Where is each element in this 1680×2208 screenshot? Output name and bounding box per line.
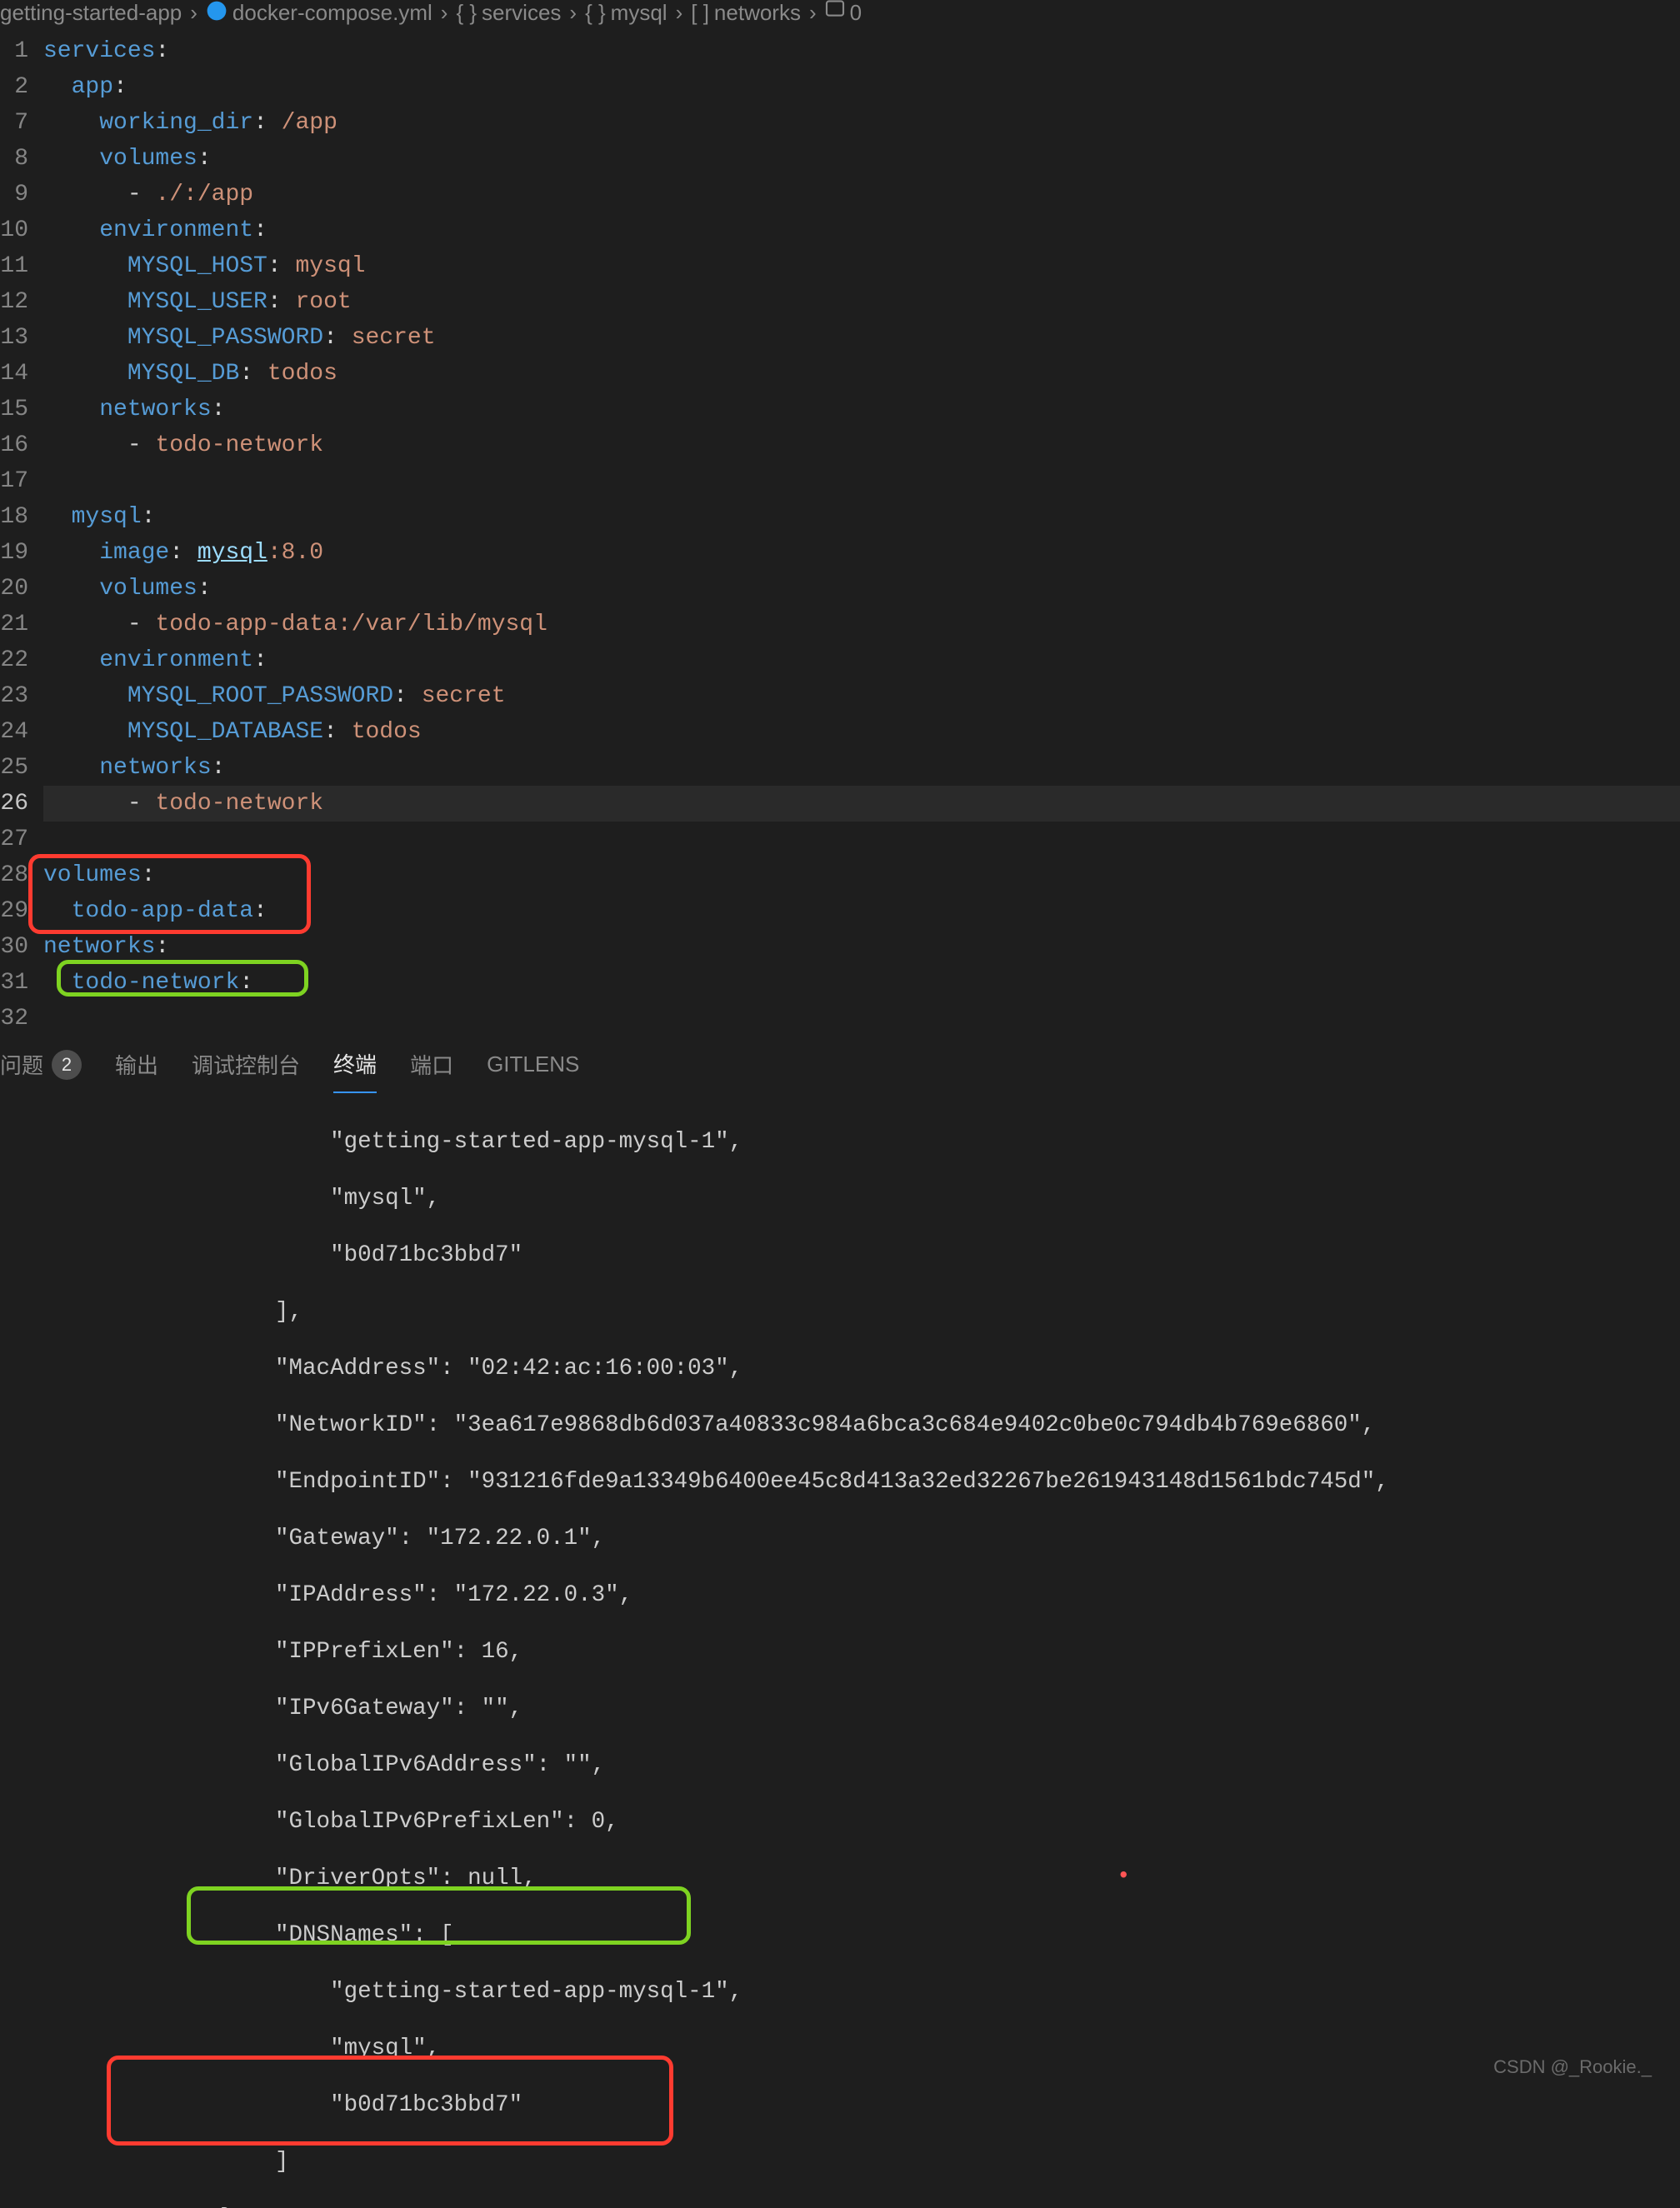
tab-gitlens[interactable]: GITLENS <box>487 1037 579 1093</box>
chevron-right-icon: › <box>676 0 683 26</box>
docker-file-icon <box>206 0 228 22</box>
bottom-panel: 问题2 输出 调试控制台 终端 端口 GITLENS "getting-star… <box>0 1037 1680 2208</box>
watermark: CSDN @_Rookie._ <box>1493 2056 1652 2078</box>
chevron-right-icon: › <box>190 0 198 26</box>
tab-problems[interactable]: 问题2 <box>0 1037 82 1093</box>
breadcrumb-file[interactable]: docker-compose.yml <box>232 0 432 26</box>
code-editor[interactable]: 1278 9101112 13141516 17181920 21222324 … <box>0 33 1680 1037</box>
terminal-output[interactable]: "getting-started-app-mysql-1", "mysql", … <box>0 1093 1680 2208</box>
problems-badge: 2 <box>52 1050 82 1080</box>
string-icon <box>825 0 845 17</box>
chevron-right-icon: › <box>809 0 817 26</box>
braces-icon: { } <box>456 0 477 26</box>
tab-output[interactable]: 输出 <box>115 1037 158 1093</box>
chevron-right-icon: › <box>569 0 577 26</box>
tab-terminal[interactable]: 终端 <box>333 1037 377 1093</box>
breadcrumb-index[interactable]: 0 <box>850 0 862 26</box>
tab-debug-console[interactable]: 调试控制台 <box>192 1037 300 1093</box>
error-dot-icon: • <box>1117 1863 1131 1891</box>
breadcrumb-networks[interactable]: networks <box>714 0 801 26</box>
tab-ports[interactable]: 端口 <box>410 1037 453 1093</box>
brackets-icon: [ ] <box>691 0 709 26</box>
breadcrumb-services[interactable]: services <box>482 0 561 26</box>
braces-icon: { } <box>585 0 606 26</box>
chevron-right-icon: › <box>441 0 448 26</box>
breadcrumbs[interactable]: getting-started-app › docker-compose.yml… <box>0 0 1680 33</box>
breadcrumb-project[interactable]: getting-started-app <box>0 0 182 26</box>
panel-tabs: 问题2 输出 调试控制台 终端 端口 GITLENS <box>0 1037 1680 1093</box>
code-content[interactable]: services: app: working_dir: /app volumes… <box>43 33 1680 1037</box>
breadcrumb-mysql[interactable]: mysql <box>611 0 668 26</box>
line-gutter: 1278 9101112 13141516 17181920 21222324 … <box>0 33 43 1037</box>
